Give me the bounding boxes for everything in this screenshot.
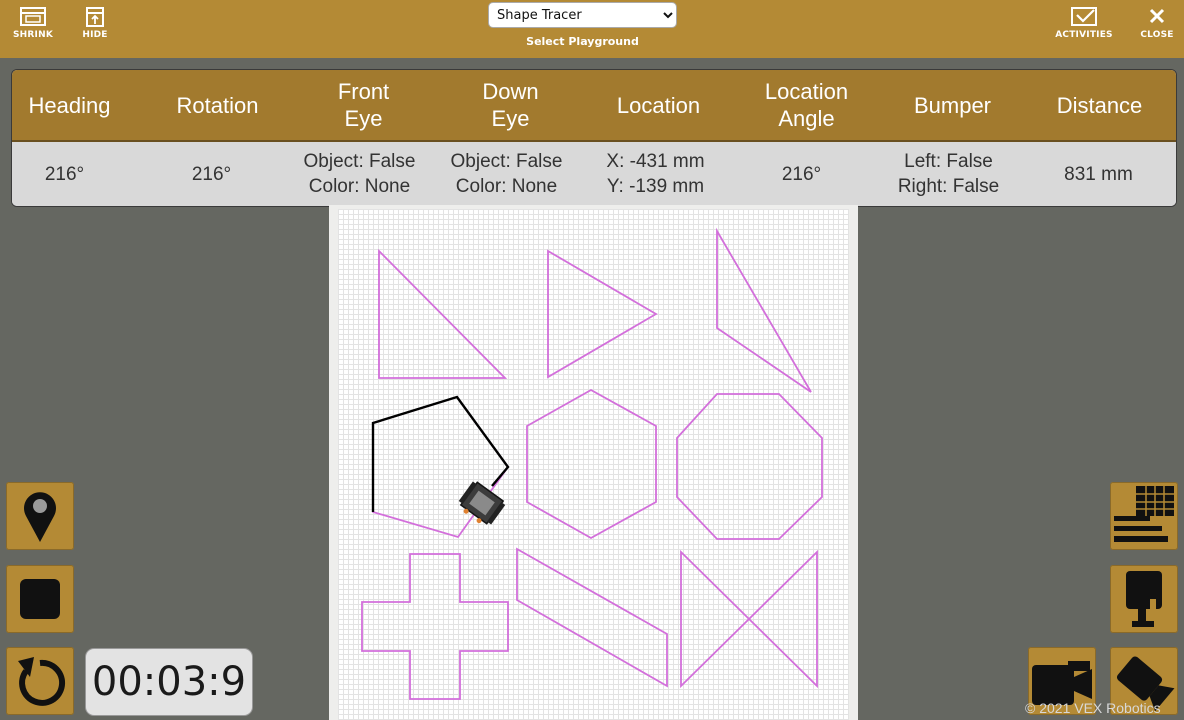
run-timer: 00:03:9 <box>86 649 252 715</box>
shape-tall-triangle <box>716 227 812 393</box>
location-button[interactable] <box>6 482 74 550</box>
stop-square-icon <box>20 579 60 619</box>
shape-triangle-pointing-right <box>547 249 658 379</box>
stop-button[interactable] <box>6 565 74 633</box>
shape-hexagon <box>526 388 657 540</box>
reset-button[interactable] <box>6 647 74 715</box>
robot-icon <box>458 481 506 525</box>
shape-right-triangle <box>378 248 508 379</box>
data-table-button[interactable] <box>1110 482 1178 550</box>
map-pin-icon <box>24 492 56 542</box>
shape-octagon <box>676 393 823 540</box>
playground-shapes <box>361 227 823 700</box>
camera-top-button[interactable] <box>1110 565 1178 633</box>
camera-top-icon <box>1126 571 1162 627</box>
data-table-icon <box>1114 486 1174 542</box>
shape-cross <box>361 553 509 700</box>
copyright-notice: © 2021 VEX Robotics <box>1025 700 1161 716</box>
reset-arrow-icon <box>18 657 66 706</box>
shape-parallelogram <box>516 547 668 688</box>
shape-bowtie <box>680 549 818 689</box>
